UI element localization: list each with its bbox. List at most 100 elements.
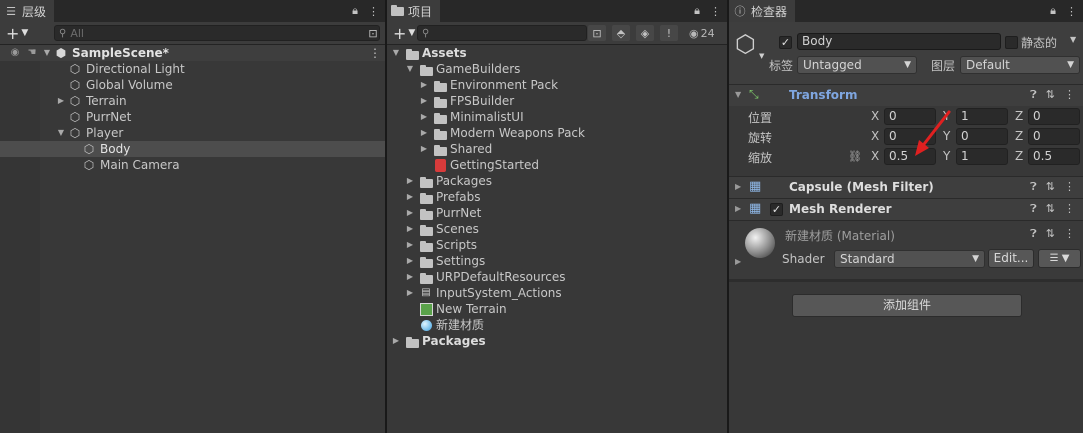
help-icon[interactable]: ❓︎ bbox=[1030, 227, 1037, 241]
collapse-arrow-icon[interactable]: ▶ bbox=[419, 77, 429, 93]
tree-row[interactable]: ▶ Modern Weapons Pack bbox=[387, 125, 727, 141]
filter-shapes-icon[interactable]: ⬘ bbox=[612, 25, 630, 41]
shader-options-dropdown[interactable]: ☰ ▼ bbox=[1038, 249, 1081, 268]
active-checkbox[interactable]: ✓ bbox=[779, 36, 792, 49]
tree-row[interactable]: ⬡ PurrNet bbox=[0, 109, 385, 125]
help-icon[interactable]: ❓︎ bbox=[1030, 202, 1037, 216]
collapse-arrow-icon[interactable]: ▶ bbox=[405, 221, 415, 237]
collapse-arrow-icon[interactable]: ▶ bbox=[56, 93, 66, 109]
scene-menu-icon[interactable]: ⋮ bbox=[369, 45, 381, 61]
tree-row[interactable]: ▶ Settings bbox=[387, 253, 727, 269]
kebab-menu-icon[interactable]: ⋮ bbox=[710, 5, 721, 18]
tree-row[interactable]: ▶ Environment Pack bbox=[387, 77, 727, 93]
eye-icon[interactable]: ◉ bbox=[8, 45, 22, 61]
create-button[interactable]: + ▼ bbox=[6, 24, 28, 43]
collapse-arrow-icon[interactable]: ▶ bbox=[405, 253, 415, 269]
tree-row[interactable]: ⬡ Main Camera bbox=[0, 157, 385, 173]
static-checkbox[interactable] bbox=[1005, 36, 1018, 49]
gameobject-cube-icon[interactable]: ⬡ bbox=[735, 32, 756, 56]
tab-inspector[interactable]: ⓘ 检查器 bbox=[729, 0, 796, 22]
expand-arrow-icon[interactable]: ▼ bbox=[405, 61, 415, 77]
collapse-arrow-icon[interactable]: ▶ bbox=[419, 125, 429, 141]
transform-header[interactable]: ▼ ⤡ Transform ❓︎ ⇅ ⋮ bbox=[729, 84, 1083, 106]
kebab-menu-icon[interactable]: ⋮ bbox=[1064, 88, 1075, 102]
kebab-menu-icon[interactable]: ⋮ bbox=[1064, 180, 1075, 194]
expand-arrow-icon[interactable]: ▼ bbox=[56, 125, 66, 141]
tree-row[interactable]: GettingStarted bbox=[387, 157, 727, 173]
collapse-arrow-icon[interactable]: ▶ bbox=[735, 257, 741, 266]
kebab-menu-icon[interactable]: ⋮ bbox=[1064, 202, 1075, 216]
hidden-packages-toggle[interactable]: ◉ 24 bbox=[689, 25, 715, 41]
warning-icon[interactable]: ! bbox=[660, 25, 678, 41]
collapse-arrow-icon[interactable]: ▶ bbox=[405, 237, 415, 253]
tree-row[interactable]: ▶ URPDefaultResources bbox=[387, 269, 727, 285]
tree-row[interactable]: ▼ ⬡ Player bbox=[0, 125, 385, 141]
tab-project[interactable]: 项目 bbox=[387, 0, 441, 22]
scale-y-field[interactable]: 1 bbox=[956, 148, 1008, 165]
caret-down-icon[interactable]: ▼ bbox=[759, 52, 764, 60]
position-z-field[interactable]: 0 bbox=[1028, 108, 1080, 125]
add-component-button[interactable]: 添加组件 bbox=[792, 294, 1022, 317]
tree-row[interactable]: ▶ Scripts bbox=[387, 237, 727, 253]
constrain-proportions-link-icon[interactable]: ⛓︎ bbox=[848, 150, 862, 163]
rotation-z-field[interactable]: 0 bbox=[1028, 128, 1080, 145]
position-y-field[interactable]: 1 bbox=[956, 108, 1008, 125]
hierarchy-search-input[interactable] bbox=[70, 26, 379, 40]
help-icon[interactable]: ❓︎ bbox=[1030, 88, 1037, 102]
tree-row-scene[interactable]: ◉ ☚ ▼ ⬢ SampleScene* ⋮ bbox=[0, 45, 385, 61]
collapse-arrow-icon[interactable]: ▶ bbox=[405, 285, 415, 301]
expand-arrow-icon[interactable]: ▼ bbox=[735, 90, 741, 99]
tree-row[interactable]: 新建材质 bbox=[387, 317, 727, 333]
tree-row[interactable]: ▶ Shared bbox=[387, 141, 727, 157]
collapse-arrow-icon[interactable]: ▶ bbox=[735, 182, 741, 191]
project-search[interactable]: ⚲ bbox=[417, 25, 587, 41]
tree-row[interactable]: ▶ MinimalistUI bbox=[387, 109, 727, 125]
tree-row[interactable]: ▶ Packages bbox=[387, 333, 727, 349]
tree-row[interactable]: ▶ ⬡ Terrain bbox=[0, 93, 385, 109]
lock-icon[interactable]: 🔒︎ bbox=[694, 4, 700, 18]
mesh-renderer-enabled-checkbox[interactable]: ✓ bbox=[770, 203, 783, 216]
kebab-menu-icon[interactable]: ⋮ bbox=[368, 5, 379, 18]
lock-icon[interactable]: 🔒︎ bbox=[352, 4, 358, 18]
tree-row[interactable]: ▶ FPSBuilder bbox=[387, 93, 727, 109]
tree-row[interactable]: ▼ GameBuilders bbox=[387, 61, 727, 77]
collapse-arrow-icon[interactable]: ▶ bbox=[391, 333, 401, 349]
scale-z-field[interactable]: 0.5 bbox=[1028, 148, 1080, 165]
rotation-y-field[interactable]: 0 bbox=[956, 128, 1008, 145]
pick-hand-icon[interactable]: ☚ bbox=[25, 45, 39, 61]
collapse-arrow-icon[interactable]: ▶ bbox=[405, 269, 415, 285]
collapse-arrow-icon[interactable]: ▶ bbox=[405, 205, 415, 221]
help-icon[interactable]: ❓︎ bbox=[1030, 180, 1037, 194]
presets-sliders-icon[interactable]: ⇅ bbox=[1046, 202, 1055, 216]
shader-dropdown[interactable]: Standard ▼ bbox=[834, 250, 985, 268]
presets-sliders-icon[interactable]: ⇅ bbox=[1046, 180, 1055, 194]
object-name-field[interactable]: Body bbox=[797, 33, 1001, 50]
tree-row[interactable]: ▼ Assets bbox=[387, 45, 727, 61]
tree-row[interactable]: ▶ ▤ InputSystem_Actions bbox=[387, 285, 727, 301]
shader-edit-button[interactable]: Edit... bbox=[988, 249, 1034, 268]
search-by-type-icon[interactable]: ⊡ bbox=[588, 25, 606, 41]
tab-hierarchy[interactable]: ☰ 层级 bbox=[0, 0, 55, 22]
lock-icon[interactable]: 🔒︎ bbox=[1050, 4, 1056, 18]
tree-row[interactable]: ▶ Scenes bbox=[387, 221, 727, 237]
tree-row[interactable]: ▶ Prefabs bbox=[387, 189, 727, 205]
expand-arrow-icon[interactable]: ▼ bbox=[42, 45, 52, 61]
collapse-arrow-icon[interactable]: ▶ bbox=[405, 189, 415, 205]
mesh-filter-header[interactable]: ▶ ▦ Capsule (Mesh Filter) ❓︎ ⇅ ⋮ bbox=[729, 176, 1083, 198]
tree-row[interactable]: ⬡ Global Volume bbox=[0, 77, 385, 93]
tree-row[interactable]: ▶ PurrNet bbox=[387, 205, 727, 221]
project-search-input[interactable] bbox=[433, 26, 586, 40]
expand-arrow-icon[interactable]: ▼ bbox=[391, 45, 401, 61]
search-filter-icon[interactable]: ⊡ bbox=[364, 25, 382, 41]
tag-dropdown[interactable]: Untagged ▼ bbox=[797, 56, 917, 74]
create-button[interactable]: + ▼ bbox=[393, 24, 415, 43]
tree-row-selected[interactable]: ⬡ Body bbox=[0, 141, 385, 157]
mesh-renderer-header[interactable]: ▶ ▦ ✓ Mesh Renderer ❓︎ ⇅ ⋮ bbox=[729, 198, 1083, 220]
collapse-arrow-icon[interactable]: ▶ bbox=[735, 204, 741, 213]
presets-sliders-icon[interactable]: ⇅ bbox=[1046, 88, 1055, 102]
label-tag-icon[interactable]: ◈ bbox=[636, 25, 654, 41]
collapse-arrow-icon[interactable]: ▶ bbox=[419, 141, 429, 157]
hierarchy-search[interactable]: ⚲ bbox=[54, 25, 380, 41]
layer-dropdown[interactable]: Default ▼ bbox=[960, 56, 1080, 74]
caret-down-icon[interactable]: ▼ bbox=[1070, 35, 1076, 44]
